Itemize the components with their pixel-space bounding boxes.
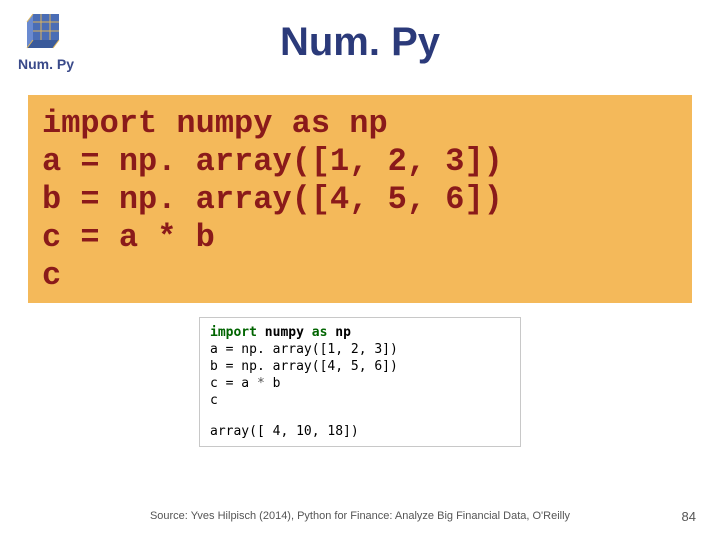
output-line: c = a * b: [210, 375, 510, 392]
numpy-logo-block: Num. Py: [18, 8, 74, 72]
numpy-cube-icon: [23, 8, 69, 54]
code-line: c = a * b: [42, 219, 678, 257]
slide-title: Num. Py: [0, 8, 720, 65]
operator-star: *: [257, 376, 265, 391]
output-fragment: c = a: [210, 376, 257, 391]
output-line: b = np. array([4, 5, 6]): [210, 358, 510, 375]
code-example-box: import numpy as np a = np. array([1, 2, …: [28, 95, 692, 303]
page-number: 84: [682, 509, 696, 524]
code-line: a = np. array([1, 2, 3]): [42, 143, 678, 181]
code-line: b = np. array([4, 5, 6]): [42, 181, 678, 219]
alias-np: np: [327, 325, 350, 340]
code-line: c: [42, 257, 678, 295]
output-fragment: b: [265, 376, 281, 391]
interpreter-output: import numpy as np a = np. array([1, 2, …: [199, 317, 521, 447]
output-separator: [210, 409, 510, 423]
module-numpy: numpy: [257, 325, 312, 340]
keyword-import: import: [210, 325, 257, 340]
slide-header: Num. Py Num. Py: [0, 0, 720, 83]
keyword-as: as: [312, 325, 328, 340]
output-result: array([ 4, 10, 18]): [210, 423, 510, 440]
output-line: a = np. array([1, 2, 3]): [210, 341, 510, 358]
code-line: import numpy as np: [42, 105, 678, 143]
logo-label: Num. Py: [18, 56, 74, 72]
output-line: c: [210, 392, 510, 409]
source-citation: Source: Yves Hilpisch (2014), Python for…: [0, 510, 720, 522]
output-line: import numpy as np: [210, 324, 510, 341]
